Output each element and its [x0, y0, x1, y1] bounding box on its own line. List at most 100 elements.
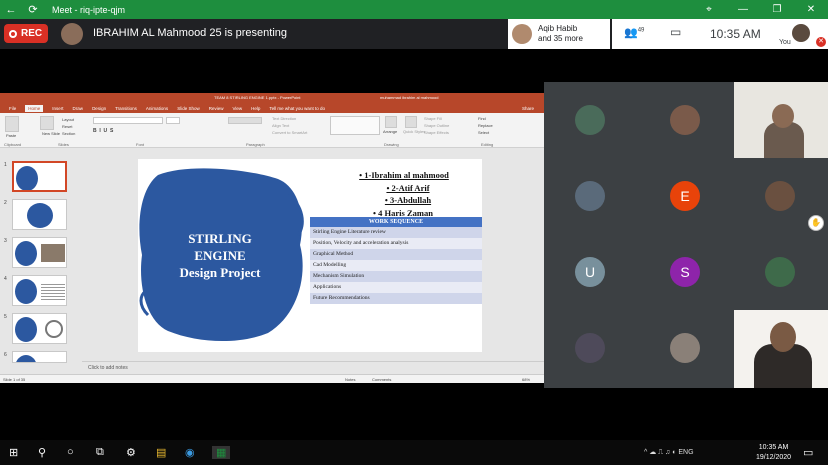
- participant-video[interactable]: [734, 82, 828, 158]
- window-title: Meet - riq-ipte-qjm: [52, 4, 126, 15]
- people-button[interactable]: 👥49: [624, 26, 644, 39]
- close-button[interactable]: ✕: [794, 4, 828, 15]
- notes-pane[interactable]: Click to add notes: [82, 361, 544, 373]
- tab-help[interactable]: Help: [251, 106, 260, 111]
- slide-thumbnails: 1 2 3 4 5 6: [0, 149, 82, 363]
- share-button[interactable]: Share: [522, 106, 534, 111]
- slide-thumbnail-5[interactable]: [12, 313, 67, 344]
- avatar: [575, 333, 605, 363]
- slide-thumbnail-6[interactable]: [12, 351, 67, 363]
- maximize-button[interactable]: ❐: [760, 4, 794, 15]
- slide-thumbnail-1[interactable]: [12, 161, 67, 192]
- avatar: E: [670, 181, 700, 211]
- team-member: • 2-Atif Arif: [386, 182, 430, 193]
- close-icon[interactable]: ✕: [816, 37, 826, 47]
- participant-tile[interactable]: [544, 82, 638, 158]
- layout-button[interactable]: Layout: [62, 117, 74, 122]
- font-size-select[interactable]: [166, 117, 180, 124]
- cortana-icon[interactable]: ○: [67, 446, 74, 458]
- tab-slide-show[interactable]: Slide Show: [177, 106, 200, 111]
- participant-tile[interactable]: U: [544, 234, 638, 310]
- join-more: and 35 more: [538, 34, 583, 43]
- search-icon[interactable]: ⚲: [38, 446, 46, 459]
- participant-tile[interactable]: S: [639, 234, 733, 310]
- join-name: Aqib Habib: [538, 24, 578, 33]
- new-slide-icon[interactable]: [40, 116, 54, 130]
- tab-view[interactable]: View: [232, 106, 242, 111]
- shape-fill-button[interactable]: Shape Fill: [424, 116, 442, 121]
- edge-icon[interactable]: ◉: [185, 446, 195, 459]
- thumb-number: 3: [4, 238, 7, 244]
- avatar: [765, 257, 795, 287]
- notes-button[interactable]: Notes: [345, 377, 355, 382]
- file-explorer-icon[interactable]: ▤: [156, 446, 166, 459]
- people-count: 49: [637, 27, 645, 34]
- taskbar-clock[interactable]: 10:35 AM 19/12/2020: [756, 443, 791, 463]
- slide-thumbnail-2[interactable]: [12, 199, 67, 230]
- shape-effects-button[interactable]: Shape Effects: [424, 130, 449, 135]
- reset-button[interactable]: Reset: [62, 124, 72, 129]
- tab-insert[interactable]: Insert: [52, 106, 63, 111]
- font-name-select[interactable]: [93, 117, 163, 124]
- shape-outline-button[interactable]: Shape Outline: [424, 123, 449, 128]
- paste-icon[interactable]: [5, 116, 19, 132]
- find-button[interactable]: Find: [478, 116, 486, 121]
- current-slide[interactable]: STIRLING ENGINE Design Project • 1-Ibrah…: [138, 159, 482, 352]
- tab-animations[interactable]: Animations: [146, 106, 168, 111]
- arrange-icon[interactable]: [385, 116, 397, 128]
- self-avatar[interactable]: [792, 24, 810, 42]
- font-format-buttons[interactable]: B I U S: [93, 128, 113, 134]
- refresh-icon[interactable]: ⟳: [22, 3, 44, 16]
- shapes-gallery[interactable]: [330, 116, 380, 135]
- participant-tile[interactable]: [639, 310, 733, 386]
- ppt-user: muhammad ibrahim al mahmood: [380, 95, 439, 100]
- smartart-button[interactable]: Convert to SmartArt: [272, 130, 307, 135]
- section-button[interactable]: Section: [62, 131, 75, 136]
- participant-tile[interactable]: [639, 82, 733, 158]
- settings-icon[interactable]: ⚙: [126, 446, 136, 459]
- quick-styles-icon[interactable]: [405, 116, 417, 128]
- tab-transitions[interactable]: Transitions: [115, 106, 137, 111]
- slide-thumbnail-4[interactable]: [12, 275, 67, 306]
- select-button[interactable]: Select: [478, 130, 489, 135]
- align-text-button[interactable]: Align Text: [272, 123, 289, 128]
- group-font: Font: [136, 142, 145, 147]
- ppt-window-title: TEAM 8 STIRLING ENGINE 1.pptx - PowerPoi…: [214, 95, 301, 100]
- record-icon: [9, 29, 17, 38]
- list-buttons[interactable]: [228, 117, 262, 124]
- pin-icon[interactable]: ✋: [808, 215, 824, 231]
- participant-tile[interactable]: E: [639, 158, 733, 234]
- tell-me-search[interactable]: Tell me what you want to do: [269, 106, 325, 111]
- tab-draw[interactable]: Draw: [73, 106, 84, 111]
- browser-titlebar: ← ⟳ Meet - riq-ipte-qjm ⌖ — ❐ ✕: [0, 0, 828, 19]
- thumb-text: [41, 282, 65, 300]
- tab-design[interactable]: Design: [92, 106, 106, 111]
- tab-review[interactable]: Review: [209, 106, 224, 111]
- video-person-head: [772, 104, 794, 128]
- participant-tile[interactable]: [544, 310, 638, 386]
- thumb-graphic: [15, 317, 37, 342]
- start-icon[interactable]: ⊞: [9, 446, 18, 459]
- replace-button[interactable]: Replace: [478, 123, 493, 128]
- cast-icon[interactable]: ⌖: [692, 4, 726, 15]
- meet-app-icon[interactable]: ▦: [212, 446, 231, 459]
- system-tray[interactable]: ^ ☁ ⎍ ♫ ◐ ENG: [644, 448, 694, 457]
- avatar: [670, 333, 700, 363]
- back-icon[interactable]: ←: [0, 4, 22, 16]
- participant-tile[interactable]: [734, 234, 828, 310]
- tab-file[interactable]: File: [9, 106, 16, 111]
- task-view-icon[interactable]: ⧉: [96, 446, 104, 459]
- tab-home[interactable]: Home: [25, 104, 44, 112]
- participant-video[interactable]: [734, 310, 828, 388]
- slide-title: STIRLING ENGINE Design Project: [144, 230, 296, 281]
- comments-button[interactable]: Comments: [372, 377, 391, 382]
- participant-tile[interactable]: [544, 158, 638, 234]
- participant-grid: E U S: [544, 82, 828, 388]
- slide-thumbnail-3[interactable]: [12, 237, 67, 268]
- avatar: [765, 181, 795, 211]
- minimize-button[interactable]: —: [726, 4, 760, 15]
- text-direction-button[interactable]: Text Direction: [272, 116, 296, 121]
- zoom-level[interactable]: 68%: [522, 377, 530, 382]
- chat-icon[interactable]: ▭: [670, 25, 681, 39]
- notifications-icon[interactable]: ▭: [803, 446, 813, 459]
